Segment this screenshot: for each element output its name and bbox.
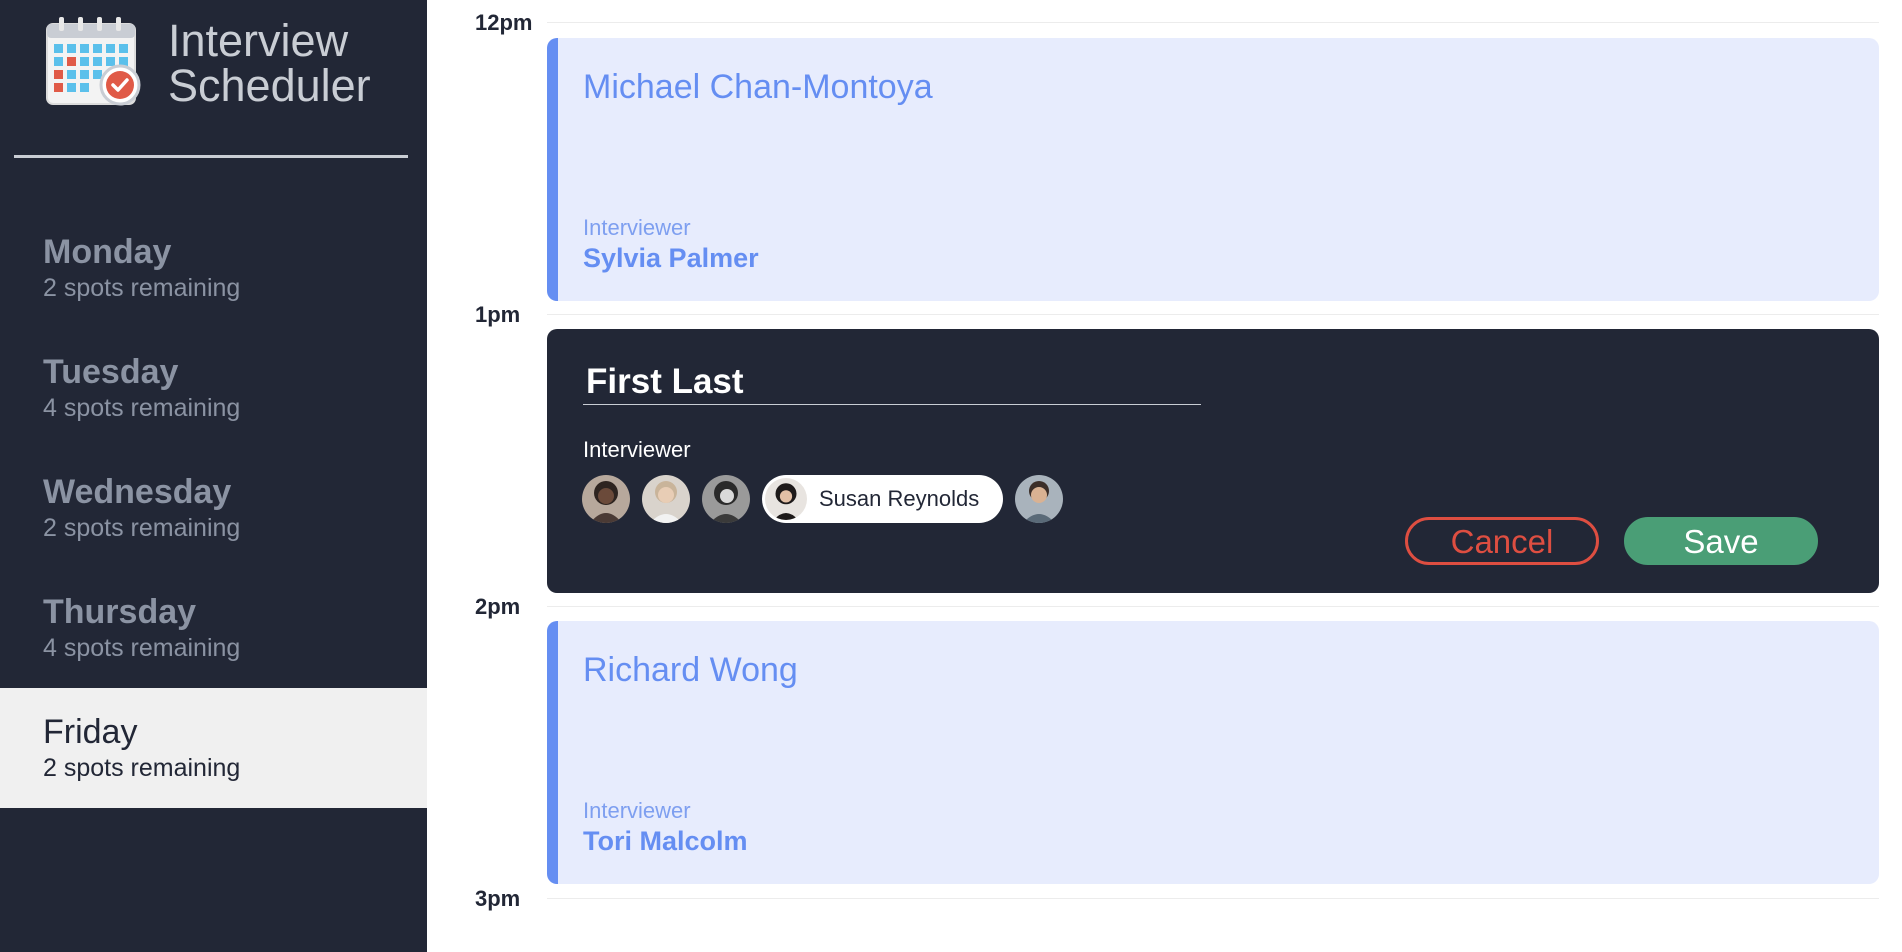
app-title-line1: Interview: [168, 15, 349, 66]
day-item-friday[interactable]: Friday 2 spots remaining: [0, 688, 427, 808]
day-name: Friday: [43, 713, 138, 751]
time-label: 12pm: [475, 10, 533, 35]
student-name: Michael Chan-Montoya: [583, 68, 933, 106]
appointment-card[interactable]: Richard Wong Interviewer Tori Malcolm: [547, 621, 1879, 884]
day-name: Monday: [43, 233, 172, 271]
interviewer-list: Susan Reynolds: [582, 475, 1075, 523]
person-avatar-icon: [702, 475, 750, 523]
time-label: 3pm: [475, 886, 521, 911]
selected-interviewer-name: Susan Reynolds: [819, 486, 980, 511]
cancel-button[interactable]: Cancel: [1405, 517, 1599, 565]
person-avatar-icon: [582, 475, 630, 523]
interviewer-avatar-5[interactable]: [1015, 475, 1064, 523]
selected-interviewer[interactable]: Susan Reynolds: [762, 475, 1004, 523]
day-spots: 2 spots remaining: [43, 514, 241, 542]
student-name-input[interactable]: [583, 359, 1201, 405]
day-spots: 4 spots remaining: [43, 394, 241, 422]
time-label: 1pm: [475, 302, 521, 327]
day-spots: 2 spots remaining: [43, 754, 241, 782]
calendar-check-icon: [46, 17, 141, 106]
day-item-wednesday[interactable]: Wednesday 2 spots remaining: [0, 448, 427, 568]
day-name: Wednesday: [43, 473, 232, 511]
interviewer-name: Sylvia Palmer: [583, 243, 759, 273]
day-list: Monday 2 spots remaining Tuesday 4 spots…: [0, 208, 427, 808]
interviewer-avatar-2[interactable]: [642, 475, 690, 523]
day-spots: 4 spots remaining: [43, 634, 241, 662]
day-item-tuesday[interactable]: Tuesday 4 spots remaining: [0, 328, 427, 448]
sidebar-divider: [14, 155, 408, 158]
app-title: Interview Scheduler: [168, 18, 371, 108]
schedule: 12pm Michael Chan-Montoya Interviewer Sy…: [427, 0, 1902, 952]
person-avatar-icon: [642, 475, 690, 523]
day-name: Tuesday: [43, 353, 179, 391]
student-name: Richard Wong: [583, 651, 798, 689]
interviewer-avatar-1[interactable]: [582, 475, 630, 523]
day-name: Thursday: [43, 593, 197, 631]
interviewer-label: Interviewer: [583, 215, 691, 240]
slot-divider: [547, 314, 1879, 315]
time-label: 2pm: [475, 594, 521, 619]
day-item-thursday[interactable]: Thursday 4 spots remaining: [0, 568, 427, 688]
appointment-form: Interviewer: [547, 329, 1879, 593]
interviewer-avatar-3[interactable]: [702, 475, 750, 523]
slot-divider: [547, 898, 1879, 899]
interviewer-label: Interviewer: [583, 798, 691, 823]
slot-divider: [547, 606, 1879, 607]
person-avatar-icon: [765, 478, 807, 520]
app-title-line2: Scheduler: [168, 60, 371, 111]
slot-divider: [547, 22, 1879, 23]
sidebar: Interview Scheduler Monday 2 spots remai…: [0, 0, 427, 952]
person-avatar-icon: [1015, 475, 1064, 523]
app-logo: Interview Scheduler: [44, 14, 371, 108]
interviewer-avatar-selected: [765, 478, 807, 520]
form-interviewer-label: Interviewer: [583, 437, 691, 462]
day-spots: 2 spots remaining: [43, 274, 241, 302]
save-button[interactable]: Save: [1624, 517, 1818, 565]
day-item-monday[interactable]: Monday 2 spots remaining: [0, 208, 427, 328]
interviewer-name: Tori Malcolm: [583, 826, 748, 856]
appointment-card[interactable]: Michael Chan-Montoya Interviewer Sylvia …: [547, 38, 1879, 301]
